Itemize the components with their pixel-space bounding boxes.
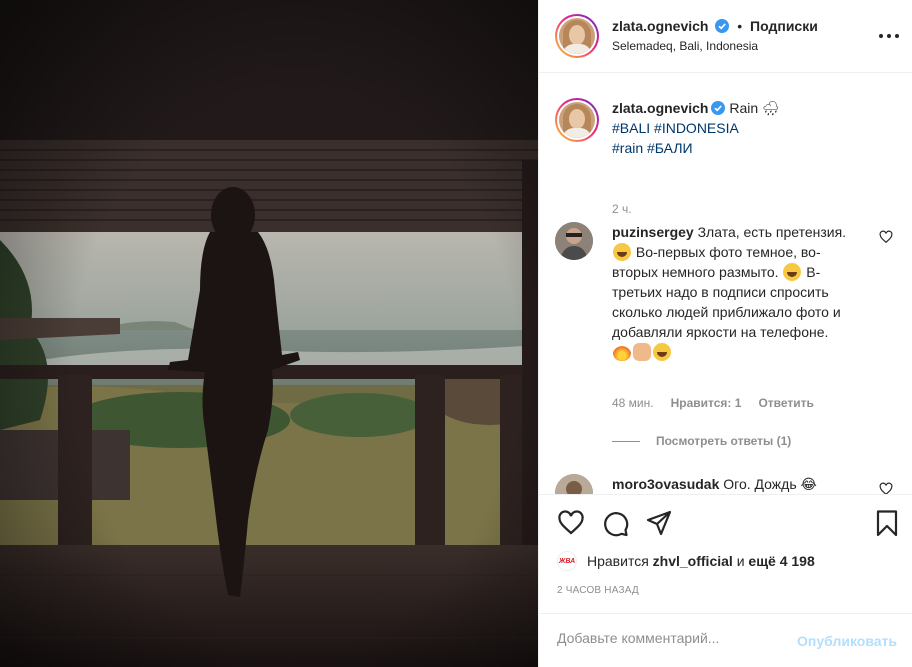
comment-meta: 48 мин. Нравится: 1 Ответить	[612, 396, 814, 410]
heart-icon[interactable]	[557, 509, 585, 537]
comment-time[interactable]: 48 мин.	[612, 396, 654, 410]
comment-username[interactable]: puzinsergey	[612, 224, 694, 240]
grinning-emoji-icon	[653, 343, 671, 361]
view-replies-button[interactable]: Посмотреть ответы (1)	[612, 434, 791, 448]
caption-username[interactable]: zlata.ognevich	[612, 100, 708, 116]
likes-count[interactable]: ещё 4 198	[748, 553, 814, 569]
liker-avatar[interactable]: ЖВА	[557, 551, 577, 571]
verified-badge-icon	[711, 101, 726, 115]
grinning-emoji-icon	[783, 263, 802, 281]
post-actions: ЖВА Нравится zhvl_official и ещё 4 198 2…	[539, 494, 912, 666]
comment-avatar[interactable]	[555, 222, 593, 260]
caption-hashtags-2[interactable]: #rain #БАЛИ	[612, 140, 693, 156]
liker-username[interactable]: zhvl_official	[653, 553, 733, 569]
fire-emoji-icon	[613, 343, 631, 361]
comment-text: moro3ovasudak Ого. Дождь 😂	[612, 476, 817, 492]
comment-icon[interactable]	[601, 509, 629, 537]
likes-summary[interactable]: ЖВА Нравится zhvl_official и ещё 4 198	[557, 551, 815, 571]
laughing-emoji-icon	[613, 243, 631, 261]
post-timestamp[interactable]: 2 ЧАСОВ НАЗАД	[557, 585, 639, 596]
comment-likes-count[interactable]: Нравится: 1	[671, 396, 742, 410]
separator-dot: •	[737, 18, 743, 34]
photo-scene	[0, 0, 538, 667]
post-photo[interactable]	[0, 0, 538, 667]
comment-text: puzinsergey Злата, есть претензия. Во-пе…	[612, 222, 850, 362]
add-comment-bar: Опубликовать	[539, 613, 912, 667]
comment-like-heart-icon[interactable]	[879, 482, 893, 494]
comments-section[interactable]: zlata.ognevich Rain 🌧 #BALI #INDONESIA #…	[539, 74, 912, 494]
caption-text: zlata.ognevich Rain 🌧 #BALI #INDONESIA #…	[612, 98, 882, 158]
replies-line	[612, 440, 640, 442]
verified-badge-icon	[715, 19, 730, 33]
raised-hands-emoji-icon	[633, 343, 651, 361]
caption-avatar[interactable]	[555, 98, 599, 142]
comment-like-heart-icon[interactable]	[879, 230, 893, 244]
more-options-icon[interactable]	[879, 26, 899, 46]
author-avatar[interactable]	[555, 14, 599, 58]
caption-body: Rain 🌧	[729, 100, 780, 116]
author-username[interactable]: zlata.ognevich	[612, 18, 708, 34]
bookmark-icon[interactable]	[873, 509, 901, 537]
post-location[interactable]: Selemadeq, Bali, Indonesia	[612, 39, 758, 53]
post-sidebar: zlata.ognevich • Подписки Selemadeq, Bal…	[538, 0, 912, 667]
comment-username[interactable]: moro3ovasudak	[612, 476, 719, 492]
comment-input[interactable]	[557, 630, 797, 646]
post-header: zlata.ognevich • Подписки Selemadeq, Bal…	[539, 0, 912, 73]
caption-time[interactable]: 2 ч.	[612, 202, 632, 216]
publish-button[interactable]: Опубликовать	[797, 633, 897, 649]
share-icon[interactable]	[645, 509, 673, 537]
comment-reply-button[interactable]: Ответить	[758, 396, 813, 410]
comment-avatar[interactable]	[555, 474, 593, 494]
caption-hashtags-1[interactable]: #BALI #INDONESIA	[612, 120, 739, 136]
following-button[interactable]: Подписки	[750, 18, 818, 34]
